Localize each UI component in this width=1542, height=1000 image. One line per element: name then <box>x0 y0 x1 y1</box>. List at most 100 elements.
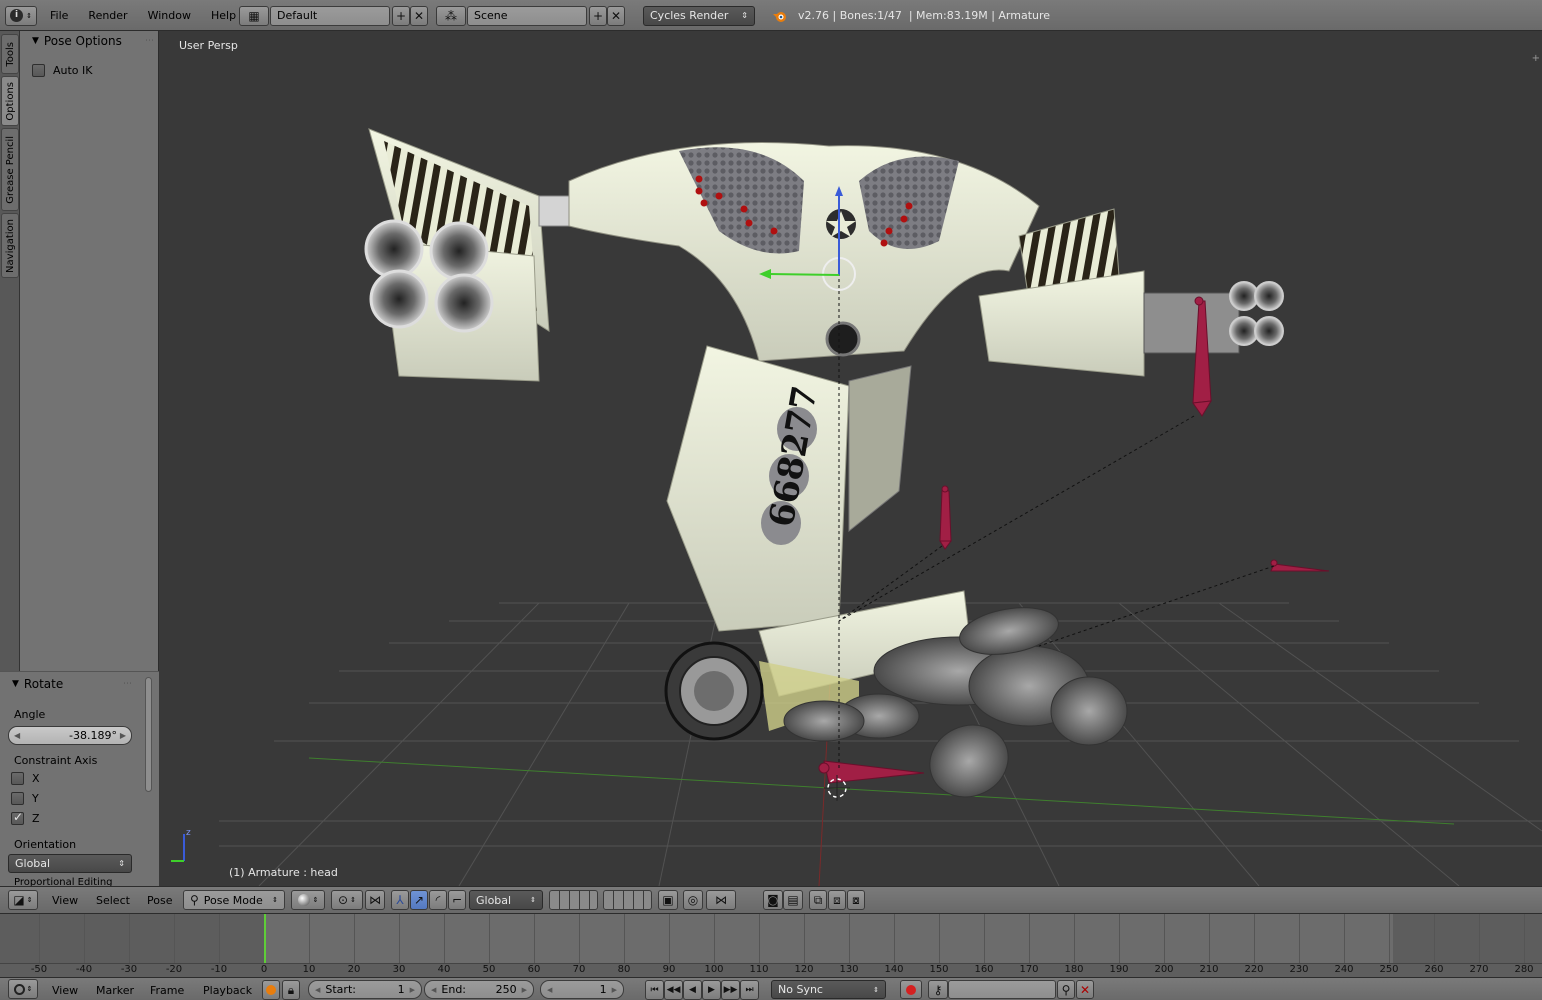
menu-pose[interactable]: Pose <box>137 894 182 907</box>
start-frame-field[interactable]: ◀ Start: 1 ▶ <box>308 980 422 999</box>
left-weapon-pod <box>364 128 585 382</box>
manipulator-toggle-button[interactable]: ⅄ <box>391 890 409 910</box>
play-reverse-button[interactable]: ◀ <box>683 980 702 1000</box>
layers-grid-1[interactable] <box>549 890 598 910</box>
delete-keyframe-button[interactable]: ✕ <box>1076 980 1094 999</box>
delete-scene-button[interactable]: ✕ <box>607 5 625 26</box>
menu-select[interactable]: Select <box>86 894 140 907</box>
play-button[interactable]: ▶ <box>702 980 721 1000</box>
next-keyframe-button[interactable]: ▶▶ <box>721 980 740 1000</box>
mode-select[interactable]: ⚲ Pose Mode ⇕ <box>183 890 285 910</box>
axis-x-checkbox[interactable] <box>11 772 24 785</box>
tab-options-label: Options <box>4 81 16 121</box>
pose-options-panel-header[interactable]: ▼ Pose Options ⋯ <box>32 34 154 48</box>
timeline-tick-label: 250 <box>1379 964 1399 975</box>
chevron-left-icon[interactable]: ◀ <box>14 731 20 740</box>
editor-type-button[interactable]: ◪ ⇕ <box>8 890 38 910</box>
timeline-header: ⇕ View Marker Frame Playback 🔒︎ ◀ Start:… <box>0 977 1542 1000</box>
add-scene-button[interactable]: + <box>589 5 607 26</box>
keying-icon: ⚷ <box>933 982 943 997</box>
angle-field[interactable]: ◀ -38.189° ▶ <box>8 726 132 745</box>
screen-layout-browse-button[interactable]: ▦ <box>239 5 269 26</box>
axis-y-checkbox[interactable] <box>11 792 24 805</box>
preview-range-button[interactable] <box>262 980 280 1000</box>
tab-grease-pencil[interactable]: Grease Pencil <box>1 128 19 211</box>
chevron-right-icon[interactable]: ▶ <box>120 731 126 740</box>
keying-set-button[interactable]: ⚷ <box>928 980 948 999</box>
scene-browse-button[interactable]: ⁂ <box>436 5 466 26</box>
timeline-grid-line <box>1074 914 1075 963</box>
timeline-tick-label: 70 <box>572 964 586 975</box>
paste-icon: ⧈ <box>833 893 841 907</box>
editor-type-button[interactable]: i ⇕ <box>5 5 37 26</box>
tab-tools[interactable]: Tools <box>1 34 19 74</box>
3d-viewport[interactable]: User Persp + 668277 z (1) Armature: hea… <box>159 31 1542 886</box>
timeline-ruler[interactable]: -50 -40 -30 -20 -10 0 10 20 30 40 50 60 70 80 90 100 110… <box>0 963 1542 977</box>
chevron-left-icon[interactable]: ◀ <box>547 986 552 994</box>
pivot-point-align-button[interactable]: ⋈ <box>365 890 385 910</box>
timeline-grid-line <box>984 914 985 963</box>
sync-mode-select[interactable]: No Sync ⇕ <box>771 980 886 999</box>
auto-ik-checkbox[interactable] <box>32 64 45 77</box>
proportional-edit-button[interactable]: ◎ <box>683 890 703 910</box>
menu-playback[interactable]: Playback <box>193 984 262 997</box>
axis-z-checkbox[interactable] <box>11 810 24 825</box>
translate-manipulator-button[interactable]: ↗ <box>410 890 428 910</box>
tab-options[interactable]: Options <box>1 76 19 126</box>
transform-orientation-select[interactable]: Global ⇕ <box>469 890 543 910</box>
orientation-select[interactable]: Global ⇕ <box>8 854 132 873</box>
add-layout-button[interactable]: + <box>392 5 410 26</box>
updown-icon: ⇕ <box>272 896 278 904</box>
chevron-left-icon[interactable]: ◀ <box>431 986 436 994</box>
current-frame-line[interactable] <box>264 914 266 963</box>
play-reverse-icon: ◀ <box>689 984 696 995</box>
transform-orientation-value: Global <box>476 893 512 907</box>
arrow-icon: ↗ <box>413 893 425 907</box>
tab-navigation[interactable]: Navigation <box>1 213 19 278</box>
delete-layout-button[interactable]: ✕ <box>410 5 428 26</box>
prev-keyframe-button[interactable]: ◀◀ <box>664 980 683 1000</box>
jump-start-button[interactable]: ⏮ <box>645 980 664 1000</box>
chevron-right-icon[interactable]: ▶ <box>410 986 415 994</box>
scale-manipulator-button[interactable]: ⌐ <box>448 890 466 910</box>
render-engine-select[interactable]: Cycles Render ⇕ <box>643 5 755 26</box>
active-keying-set-field[interactable] <box>948 980 1056 999</box>
tab-navigation-label: Navigation <box>4 218 16 273</box>
insert-keyframe-button[interactable]: ⚲ <box>1057 980 1075 999</box>
menu-render[interactable]: Render <box>78 9 137 22</box>
rotate-manipulator-button[interactable]: ◜ <box>429 890 447 910</box>
chevron-right-icon[interactable]: ▶ <box>612 986 617 994</box>
end-frame-field[interactable]: ◀ End: 250 ▶ <box>424 980 534 999</box>
menu-view[interactable]: View <box>42 984 88 997</box>
chevron-right-icon[interactable]: ▶ <box>522 986 527 994</box>
menu-marker[interactable]: Marker <box>86 984 144 997</box>
panel-scrollbar[interactable] <box>145 677 152 792</box>
scene-field[interactable]: Scene <box>467 5 587 26</box>
lock-camera-button[interactable]: ▣ <box>658 890 678 910</box>
lock-range-button[interactable]: 🔒︎ <box>282 980 300 1000</box>
menu-file[interactable]: File <box>40 9 78 22</box>
snap-element-select[interactable]: ⋈ <box>706 890 736 910</box>
auto-keyframe-button[interactable] <box>900 980 922 999</box>
menu-view[interactable]: View <box>42 894 88 907</box>
current-frame-field[interactable]: ◀ 1 ▶ <box>540 980 624 999</box>
drag-handle-icon[interactable]: ⋯ <box>145 36 154 46</box>
menu-frame[interactable]: Frame <box>140 984 194 997</box>
render-button[interactable]: ◙ <box>763 890 783 910</box>
timeline-tick-label: 260 <box>1424 964 1444 975</box>
render-animation-button[interactable]: ▤ <box>783 890 803 910</box>
copy-pose-button[interactable]: ⧉ <box>809 890 827 910</box>
pivot-point-select[interactable]: ⊙ ⇕ <box>331 890 363 910</box>
screen-layout-field[interactable]: Default <box>270 5 390 26</box>
paste-flipped-pose-button[interactable]: ⧇ <box>847 890 865 910</box>
paste-pose-button[interactable]: ⧈ <box>828 890 846 910</box>
drag-handle-icon[interactable]: ⋯ <box>123 679 132 689</box>
rotate-panel-header[interactable]: ▼ Rotate ⋯ <box>12 677 132 691</box>
viewport-shading-select[interactable]: ⇕ <box>291 890 325 910</box>
jump-end-button[interactable]: ⏭ <box>740 980 759 1000</box>
chevron-left-icon[interactable]: ◀ <box>315 986 320 994</box>
timeline-tick-label: -10 <box>210 964 228 975</box>
layers-grid-2[interactable] <box>603 890 652 910</box>
menu-window[interactable]: Window <box>138 9 201 22</box>
editor-type-button[interactable]: ⇕ <box>8 979 38 999</box>
